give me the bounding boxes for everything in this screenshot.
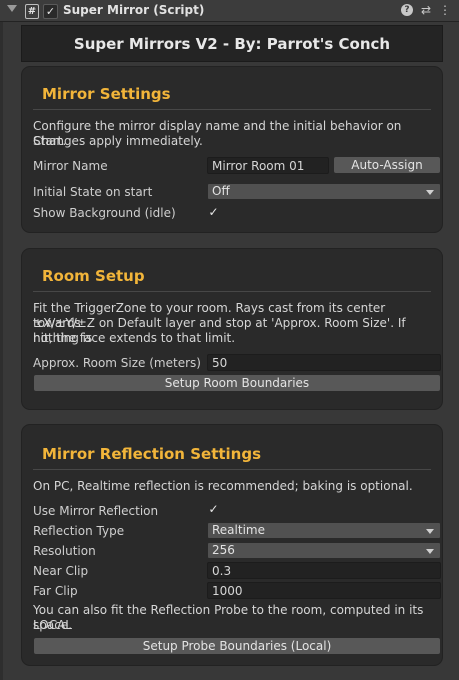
divider [33, 291, 431, 292]
resolution-value: 256 [212, 543, 235, 557]
chevron-down-icon [426, 549, 434, 554]
resolution-label: Resolution [33, 544, 96, 558]
left-gutter [0, 21, 3, 680]
chevron-down-icon [426, 529, 434, 534]
component-header: # ✓ Super Mirror (Script) ? ⇄ ⋮ [0, 0, 459, 22]
reflection-type-dropdown[interactable]: Realtime [207, 522, 441, 539]
reflection-desc-line1: On PC, Realtime reflection is recommende… [33, 479, 413, 493]
auto-assign-button[interactable]: Auto-Assign [333, 156, 441, 174]
near-clip-label: Near Clip [33, 564, 89, 578]
title-banner: Super Mirrors V2 - By: Parrot's Conch [21, 25, 443, 62]
initial-state-label: Initial State on start [33, 185, 153, 199]
show-background-label: Show Background (idle) [33, 206, 176, 220]
room-setup-desc-line3: hit, the face extends to that limit. [33, 331, 236, 345]
kebab-menu-icon[interactable]: ⋮ [439, 3, 451, 17]
room-setup-title: Room Setup [42, 267, 145, 285]
use-mirror-reflection-label: Use Mirror Reflection [33, 504, 159, 518]
reflection-settings-card: Mirror Reflection Settings On PC, Realti… [21, 424, 443, 666]
initial-state-value: Off [212, 184, 230, 198]
near-clip-input[interactable]: 0.3 [207, 562, 441, 579]
reflection-type-value: Realtime [212, 523, 265, 537]
use-mirror-reflection-checkbox[interactable]: ✓ [207, 503, 220, 516]
component-title: Super Mirror (Script) [63, 3, 205, 17]
reflection-settings-title: Mirror Reflection Settings [42, 445, 262, 463]
header-icons: ? ⇄ ⋮ [400, 3, 451, 17]
room-size-input[interactable]: 50 [207, 354, 441, 371]
far-clip-label: Far Clip [33, 584, 78, 598]
initial-state-dropdown[interactable]: Off [207, 183, 441, 200]
room-setup-card: Room Setup Fit the TriggerZone to your r… [21, 248, 443, 410]
room-size-label: Approx. Room Size (meters) [33, 356, 201, 370]
mirror-settings-desc-line2: Changes apply immediately. [33, 134, 203, 148]
resolution-dropdown[interactable]: 256 [207, 542, 441, 559]
script-icon: # [25, 4, 39, 19]
preset-icon[interactable]: ⇄ [421, 3, 431, 17]
help-icon[interactable]: ? [400, 4, 413, 16]
mirror-settings-card: Mirror Settings Configure the mirror dis… [21, 66, 443, 233]
setup-probe-boundaries-button[interactable]: Setup Probe Boundaries (Local) [33, 637, 441, 655]
divider [33, 109, 431, 110]
component-enabled-checkbox[interactable]: ✓ [43, 4, 58, 19]
mirror-settings-title: Mirror Settings [42, 85, 171, 103]
foldout-arrow-icon[interactable] [7, 5, 17, 12]
probe-note-line2: space. [33, 618, 73, 632]
reflection-type-label: Reflection Type [33, 524, 125, 538]
mirror-name-label: Mirror Name [33, 159, 108, 173]
chevron-down-icon [426, 190, 434, 195]
divider [33, 469, 431, 470]
setup-room-boundaries-button[interactable]: Setup Room Boundaries [33, 374, 441, 392]
show-background-checkbox[interactable]: ✓ [207, 206, 220, 219]
far-clip-input[interactable]: 1000 [207, 582, 441, 599]
mirror-name-input[interactable]: Mirror Room 01 [207, 157, 329, 174]
